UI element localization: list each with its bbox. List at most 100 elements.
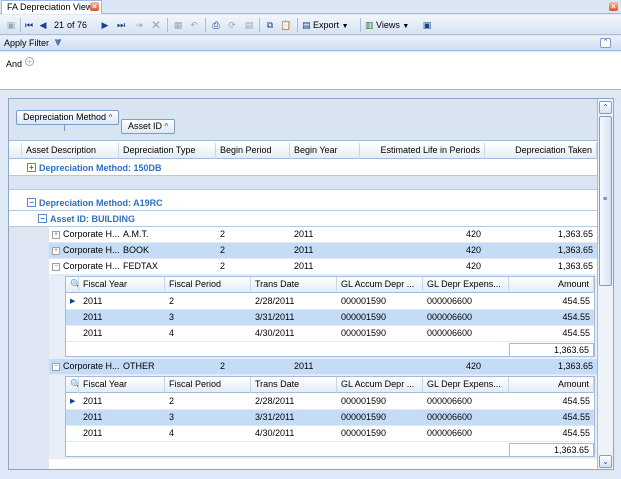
col-depreciation-type[interactable]: Depreciation Type xyxy=(119,143,216,159)
group-row-building[interactable]: − Asset ID: BUILDING xyxy=(9,211,597,227)
col-begin-year[interactable]: Begin Year xyxy=(290,143,360,159)
col-amount[interactable]: Amount xyxy=(509,277,594,293)
detail-row-selected[interactable]: 2011 3 3/31/2011 000001590 000006600 454… xyxy=(66,410,594,426)
scroll-thumb[interactable]: ≡ xyxy=(599,116,612,286)
close-window-icon[interactable]: × xyxy=(609,2,618,11)
cell-gl-depr-expense: 000006600 xyxy=(427,412,473,422)
group-asset-id-label: Asset ID xyxy=(128,121,163,131)
table-row[interactable]: − Corporate H... FEDTAX 2 2011 420 1,363… xyxy=(49,259,597,275)
group-connector xyxy=(64,125,65,131)
toolbar-separator xyxy=(259,18,260,32)
detail-row[interactable]: 2011 4 4/30/2011 000001590 000006600 454… xyxy=(66,426,594,442)
cell-trans-date: 4/30/2011 xyxy=(255,328,295,338)
detail-row[interactable]: ▶ 2011 2 2/28/2011 000001590 000006600 4… xyxy=(66,394,594,410)
table-row[interactable]: + Corporate H... A.M.T. 2 2011 420 1,363… xyxy=(49,227,597,243)
refresh-icon[interactable]: ⟳ xyxy=(226,18,238,32)
record-position[interactable]: 21 xyxy=(50,18,64,32)
col-fiscal-period[interactable]: Fiscal Period xyxy=(165,377,251,393)
filter-bar[interactable]: Apply Filter ⩔ ⌃ xyxy=(0,36,621,51)
cell-depreciation-taken: 1,363.65 xyxy=(557,245,593,255)
sort-asc-icon: ^ xyxy=(164,122,169,131)
tab-fa-depreciation-view[interactable]: FA Depreciation View xyxy=(1,0,102,14)
save-view-icon[interactable]: ▣ xyxy=(421,18,433,32)
toolbar-separator xyxy=(360,18,361,32)
col-gl-accum-depr[interactable]: GL Accum Depr ... xyxy=(337,377,423,393)
views-button[interactable]: ▥ Views ▼ xyxy=(365,18,417,32)
print-preview-icon[interactable]: ⎙ xyxy=(210,18,222,32)
toolbar-separator xyxy=(205,18,206,32)
cell-begin-period: 2 xyxy=(220,361,226,371)
col-trans-date[interactable]: Trans Date xyxy=(251,277,337,293)
cell-gl-accum-depr: 000001590 xyxy=(341,412,387,422)
scroll-up-icon[interactable]: ⌃ xyxy=(599,101,612,114)
col-fiscal-year[interactable]: Fiscal Year xyxy=(79,277,165,293)
table-row-selected[interactable]: − Corporate H... OTHER 2 2011 420 1,363.… xyxy=(49,359,597,375)
last-record-icon[interactable]: ⏭ xyxy=(116,18,126,32)
collapse-icon[interactable]: − xyxy=(38,214,47,223)
previous-record-icon[interactable]: ◀ xyxy=(38,18,48,32)
collapse-icon[interactable]: − xyxy=(27,198,36,207)
next-record-icon[interactable]: ▶ xyxy=(100,18,110,32)
cell-depreciation-type: A.M.T. xyxy=(123,229,149,239)
col-estimated-life[interactable]: Estimated Life in Periods xyxy=(360,143,485,159)
col-depreciation-taken[interactable]: Depreciation Taken xyxy=(485,143,597,159)
cell-asset-description: Corporate H... xyxy=(63,261,120,271)
export-button[interactable]: ▤ Export ▼ xyxy=(302,18,358,32)
add-condition-icon[interactable]: + xyxy=(25,57,34,66)
cell-amount: 454.55 xyxy=(562,428,590,438)
col-asset-description[interactable]: Asset Description xyxy=(22,143,119,159)
copy-icon[interactable]: ⧉ xyxy=(264,18,276,32)
col-amount[interactable]: Amount xyxy=(509,377,594,393)
col-gl-depr-expense[interactable]: GL Depr Expens... xyxy=(423,377,509,393)
cell-gl-accum-depr: 000001590 xyxy=(341,328,387,338)
col-begin-period[interactable]: Begin Period xyxy=(216,143,290,159)
detail-row[interactable]: ▶ 2011 2 2/28/2011 000001590 000006600 4… xyxy=(66,294,594,310)
tab-strip: FA Depreciation View × × xyxy=(0,0,621,14)
scroll-down-icon[interactable]: ⌄ xyxy=(599,455,612,468)
collapse-filter-icon[interactable]: ⌃ xyxy=(600,38,611,48)
detail-grid: 🔍 Fiscal Year Fiscal Period Trans Date G… xyxy=(65,376,595,457)
close-tab-icon[interactable]: × xyxy=(90,2,99,11)
col-fiscal-period[interactable]: Fiscal Period xyxy=(165,277,251,293)
filter-icon: ⩔ xyxy=(55,36,62,48)
cell-trans-date: 4/30/2011 xyxy=(255,428,295,438)
group-row-a19rc[interactable]: − Depreciation Method: A19RC xyxy=(9,195,597,211)
cell-gl-depr-expense: 000006600 xyxy=(427,296,473,306)
first-record-icon[interactable]: ⏮ xyxy=(24,18,34,32)
chevron-down-icon: ▼ xyxy=(402,23,410,30)
vertical-scrollbar[interactable]: ⌃ ≡ ⌄ xyxy=(597,99,613,469)
col-trans-date[interactable]: Trans Date xyxy=(251,377,337,393)
expand-icon[interactable]: + xyxy=(27,163,36,172)
undo-icon[interactable]: ↶ xyxy=(188,18,200,32)
table-row-selected[interactable]: + Corporate H... BOOK 2 2011 420 1,363.6… xyxy=(49,243,597,259)
group-label: Depreciation Method: A19RC xyxy=(39,198,163,208)
edit-icon[interactable]: ▦ xyxy=(172,18,184,32)
attachment-icon[interactable]: ▤ xyxy=(243,18,255,32)
new-record-icon[interactable]: ⇥ xyxy=(133,18,145,32)
group-row-150db[interactable]: + Depreciation Method: 150DB xyxy=(9,160,597,176)
detail-total: 1,363.65 xyxy=(509,443,594,457)
cell-depreciation-taken: 1,363.65 xyxy=(557,361,593,371)
tab-title: FA Depreciation View xyxy=(7,2,93,12)
delete-icon[interactable]: ✕ xyxy=(150,18,162,32)
paste-icon[interactable]: 📋 xyxy=(280,18,292,32)
detail-row[interactable]: 2011 4 4/30/2011 000001590 000006600 454… xyxy=(66,326,594,342)
col-gl-depr-expense[interactable]: GL Depr Expens... xyxy=(423,277,509,293)
col-gl-accum-depr[interactable]: GL Accum Depr ... xyxy=(337,277,423,293)
toolbar: ▣ ⏮ ◀ 21 of 76 ▶ ⏭ ⇥ ✕ ▦ ↶ ⎙ ⟳ ▤ ⧉ 📋 ▤ E… xyxy=(0,15,621,35)
cell-fiscal-period: 4 xyxy=(169,428,175,438)
detail-row-selected[interactable]: 2011 3 3/31/2011 000001590 000006600 454… xyxy=(66,310,594,326)
cell-gl-depr-expense: 000006600 xyxy=(427,312,473,322)
fa-depreciation-window: FA Depreciation View × × ▣ ⏮ ◀ 21 of 76 … xyxy=(0,0,621,479)
col-fiscal-year[interactable]: Fiscal Year xyxy=(79,377,165,393)
cell-fiscal-period: 2 xyxy=(169,396,175,406)
group-depreciation-method[interactable]: Depreciation Method ^ xyxy=(16,110,120,125)
cell-amount: 454.55 xyxy=(562,412,590,422)
detail-search-icon[interactable]: 🔍 xyxy=(66,277,79,293)
save-icon[interactable]: ▣ xyxy=(5,18,17,32)
header-spacer xyxy=(9,143,22,159)
group-asset-id[interactable]: Asset ID ^ xyxy=(121,119,176,134)
cell-fiscal-year: 2011 xyxy=(83,312,103,322)
cell-depreciation-type: FEDTAX xyxy=(123,261,158,271)
detail-search-icon[interactable]: 🔍 xyxy=(66,377,79,393)
